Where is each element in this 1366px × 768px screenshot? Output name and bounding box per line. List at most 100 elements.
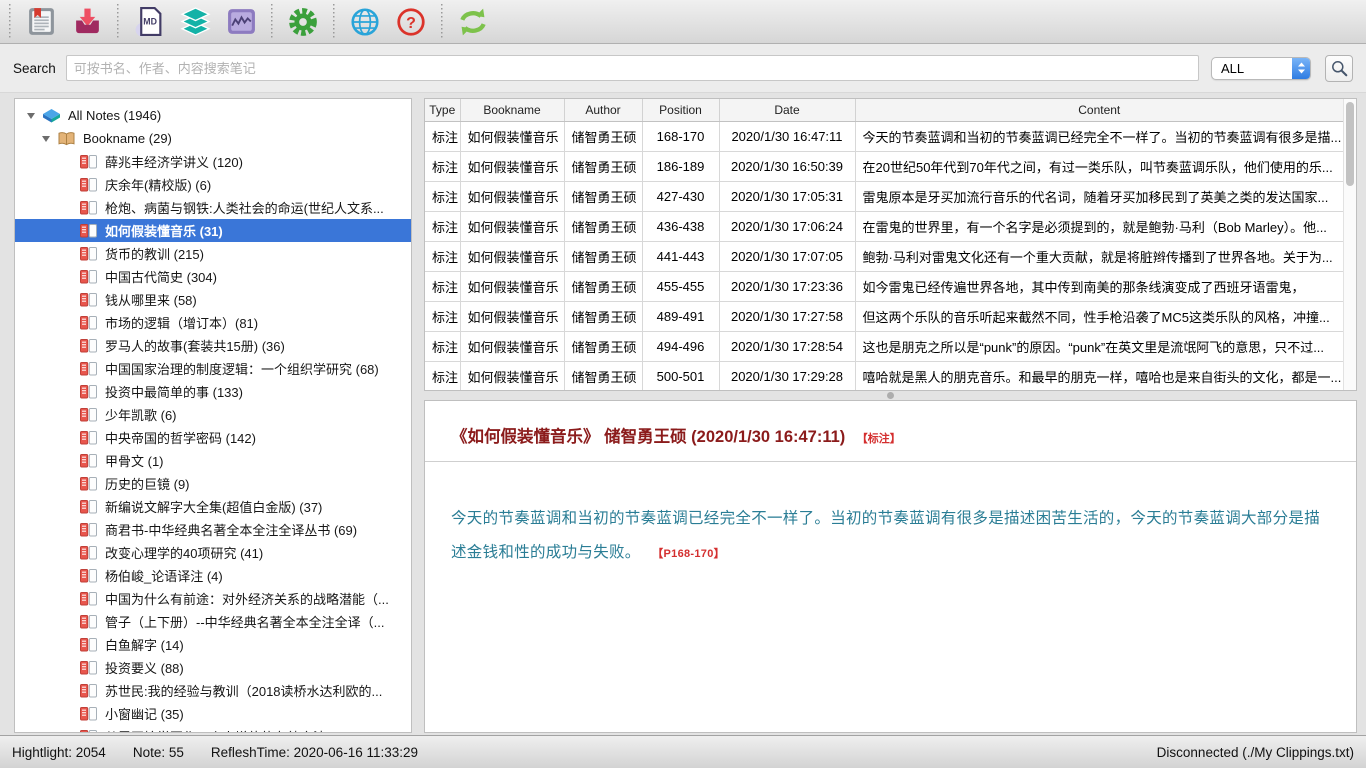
help-button[interactable]: ? [390, 1, 432, 43]
tree-item-label: 历史的巨镜 (9) [105, 474, 190, 493]
tree-item-label: 少年凯歌 (6) [105, 405, 177, 424]
cell-type: 标注 [425, 181, 460, 211]
sidebar-item-book[interactable]: 改变心理学的40项研究 (41) [15, 541, 411, 564]
sidebar-item-book[interactable]: 中央帝国的哲学密码 (142) [15, 426, 411, 449]
sidebar-item-book[interactable]: 中国国家治理的制度逻辑：一个组织学研究 (68) [15, 357, 411, 380]
cell-content: 今天的节奏蓝调和当初的节奏蓝调已经完全不一样了。当初的节奏蓝调有很多是描... [855, 121, 1343, 151]
tree-item-label: 小窗幽记 (35) [105, 704, 184, 723]
sidebar-item-book[interactable]: 市场的逻辑（增订本）(81) [15, 311, 411, 334]
cell-position: 436-438 [642, 211, 719, 241]
book-icon [79, 614, 98, 630]
refresh-button[interactable] [452, 1, 494, 43]
book-icon [79, 407, 98, 423]
cell-author: 储智勇王硕 [564, 211, 642, 241]
disclosure-triangle-icon[interactable] [42, 136, 50, 142]
column-header-content[interactable]: Content [855, 99, 1343, 121]
web-button[interactable] [344, 1, 386, 43]
notes-button[interactable] [20, 1, 62, 43]
sidebar-item-book[interactable]: 小窗幽记 (35) [15, 702, 411, 725]
search-input[interactable] [66, 55, 1199, 81]
sidebar-item-book[interactable]: 罗马人的故事(套装共15册) (36) [15, 334, 411, 357]
sidebar-item-book[interactable]: 货币的教训 (215) [15, 242, 411, 265]
search-scope-dropdown[interactable]: ALL [1211, 57, 1311, 80]
cell-type: 标注 [425, 271, 460, 301]
settings-button[interactable] [282, 1, 324, 43]
tree-item-label: 新编说文解字大全集(超值白金版) (37) [105, 497, 322, 516]
sidebar-item-book[interactable]: 少年凯歌 (6) [15, 403, 411, 426]
column-header-date[interactable]: Date [719, 99, 855, 121]
note-row[interactable]: 标注如何假装懂音乐储智勇王硕441-4432020/1/30 17:07:05鲍… [425, 241, 1343, 271]
book-icon [79, 683, 98, 699]
column-header-bookname[interactable]: Bookname [460, 99, 564, 121]
note-row[interactable]: 标注如何假装懂音乐储智勇王硕489-4912020/1/30 17:27:58但… [425, 301, 1343, 331]
tree-item-label: 商君书-中华经典名著全本全注全译丛书 (69) [105, 520, 357, 539]
book-icon [79, 269, 98, 285]
cell-bookname: 如何假装懂音乐 [460, 241, 564, 271]
cell-content: 但这两个乐队的音乐听起来截然不同，性手枪沿袭了MC5这类乐队的风格，冲撞... [855, 301, 1343, 331]
cell-author: 储智勇王硕 [564, 301, 642, 331]
tree-item-label: 白鱼解字 (14) [105, 635, 184, 654]
book-icon [79, 338, 98, 354]
import-button[interactable] [66, 1, 108, 43]
toolbar-separator [271, 4, 273, 40]
note-row[interactable]: 标注如何假装懂音乐储智勇王硕494-4962020/1/30 17:28:54这… [425, 331, 1343, 361]
splitter-handle-icon[interactable] [887, 392, 894, 399]
sidebar-item-book[interactable]: 甲骨文 (1) [15, 449, 411, 472]
sidebar-item-book[interactable]: 从零开始学写作：个人增值的有效方法 (6) [15, 725, 411, 733]
cell-bookname: 如何假装懂音乐 [460, 271, 564, 301]
settings-gear-icon [287, 6, 319, 38]
note-row[interactable]: 标注如何假装懂音乐储智勇王硕455-4552020/1/30 17:23:36如… [425, 271, 1343, 301]
table-header-row: TypeBooknameAuthorPositionDateContent [425, 99, 1343, 121]
note-row[interactable]: 标注如何假装懂音乐储智勇王硕500-5012020/1/30 17:29:28嘻… [425, 361, 1343, 391]
disclosure-triangle-icon[interactable] [27, 113, 35, 119]
sidebar-item-book[interactable]: 钱从哪里来 (58) [15, 288, 411, 311]
sidebar-item-book[interactable]: 中国古代简史 (304) [15, 265, 411, 288]
book-icon [79, 246, 98, 262]
sidebar-item-book[interactable]: 中国为什么有前途：对外经济关系的战略潜能（... [15, 587, 411, 610]
layers-button[interactable] [174, 1, 216, 43]
sidebar-item-bookname-group[interactable]: Bookname (29) [15, 127, 411, 150]
status-connection: Disconnected (./My Clippings.txt) [1157, 745, 1354, 760]
book-icon [79, 522, 98, 538]
table-scrollbar-thumb[interactable] [1346, 102, 1354, 186]
search-button[interactable] [1325, 55, 1353, 82]
column-header-type[interactable]: Type [425, 99, 460, 121]
sidebar-item-book[interactable]: 薛兆丰经济学讲义 (120) [15, 150, 411, 173]
table-scrollbar[interactable] [1343, 99, 1356, 390]
sidebar-item-book[interactable]: 如何假装懂音乐 (31) [15, 219, 411, 242]
note-row[interactable]: 标注如何假装懂音乐储智勇王硕168-1702020/1/30 16:47:11今… [425, 121, 1343, 151]
sidebar-item-book[interactable]: 历史的巨镜 (9) [15, 472, 411, 495]
sidebar-item-book[interactable]: 庆余年(精校版) (6) [15, 173, 411, 196]
book-icon [79, 476, 98, 492]
note-row[interactable]: 标注如何假装懂音乐储智勇王硕186-1892020/1/30 16:50:39在… [425, 151, 1343, 181]
help-icon: ? [395, 6, 427, 38]
sidebar-item-book[interactable]: 杨伯峻_论语译注 (4) [15, 564, 411, 587]
cell-position: 489-491 [642, 301, 719, 331]
book-icon [79, 706, 98, 722]
sidebar-item-book[interactable]: 枪炮、病菌与钢铁:人类社会的命运(世纪人文系... [15, 196, 411, 219]
sidebar-item-book[interactable]: 管子（上下册）--中华经典名著全本全注全译（... [15, 610, 411, 633]
refresh-sync-icon [457, 6, 489, 38]
stats-button[interactable] [220, 1, 262, 43]
svg-text:MD: MD [143, 17, 157, 27]
sidebar-item-book[interactable]: 投资要义 (88) [15, 656, 411, 679]
sidebar-item-book[interactable]: 新编说文解字大全集(超值白金版) (37) [15, 495, 411, 518]
cell-content: 雷鬼原本是牙买加流行音乐的代名词，随着牙买加移民到了英美之类的发达国家... [855, 181, 1343, 211]
book-tree: All Notes (1946)Bookname (29) 薛兆丰经济学讲义 (1… [15, 99, 411, 733]
cell-bookname: 如何假装懂音乐 [460, 151, 564, 181]
sidebar-item-book[interactable]: 白鱼解字 (14) [15, 633, 411, 656]
note-row[interactable]: 标注如何假装懂音乐储智勇王硕427-4302020/1/30 17:05:31雷… [425, 181, 1343, 211]
column-header-position[interactable]: Position [642, 99, 719, 121]
toolbar: MD [0, 0, 1366, 44]
tree-item-label: 薛兆丰经济学讲义 (120) [105, 152, 243, 171]
toolbar-separator [9, 4, 11, 40]
pane-splitter[interactable] [424, 391, 1357, 400]
sidebar-item-book[interactable]: 苏世民:我的经验与教训（2018读桥水达利欧的... [15, 679, 411, 702]
column-header-author[interactable]: Author [564, 99, 642, 121]
sidebar-item-book[interactable]: 投资中最简单的事 (133) [15, 380, 411, 403]
note-row[interactable]: 标注如何假装懂音乐储智勇王硕436-4382020/1/30 17:06:24在… [425, 211, 1343, 241]
sidebar-item-book[interactable]: 商君书-中华经典名著全本全注全译丛书 (69) [15, 518, 411, 541]
markdown-export-button[interactable]: MD [128, 1, 170, 43]
note-detail-header: 《如何假装懂音乐》 储智勇王硕 (2020/1/30 16:47:11) 【标注… [425, 401, 1356, 461]
sidebar-item-all-notes[interactable]: All Notes (1946) [15, 104, 411, 127]
